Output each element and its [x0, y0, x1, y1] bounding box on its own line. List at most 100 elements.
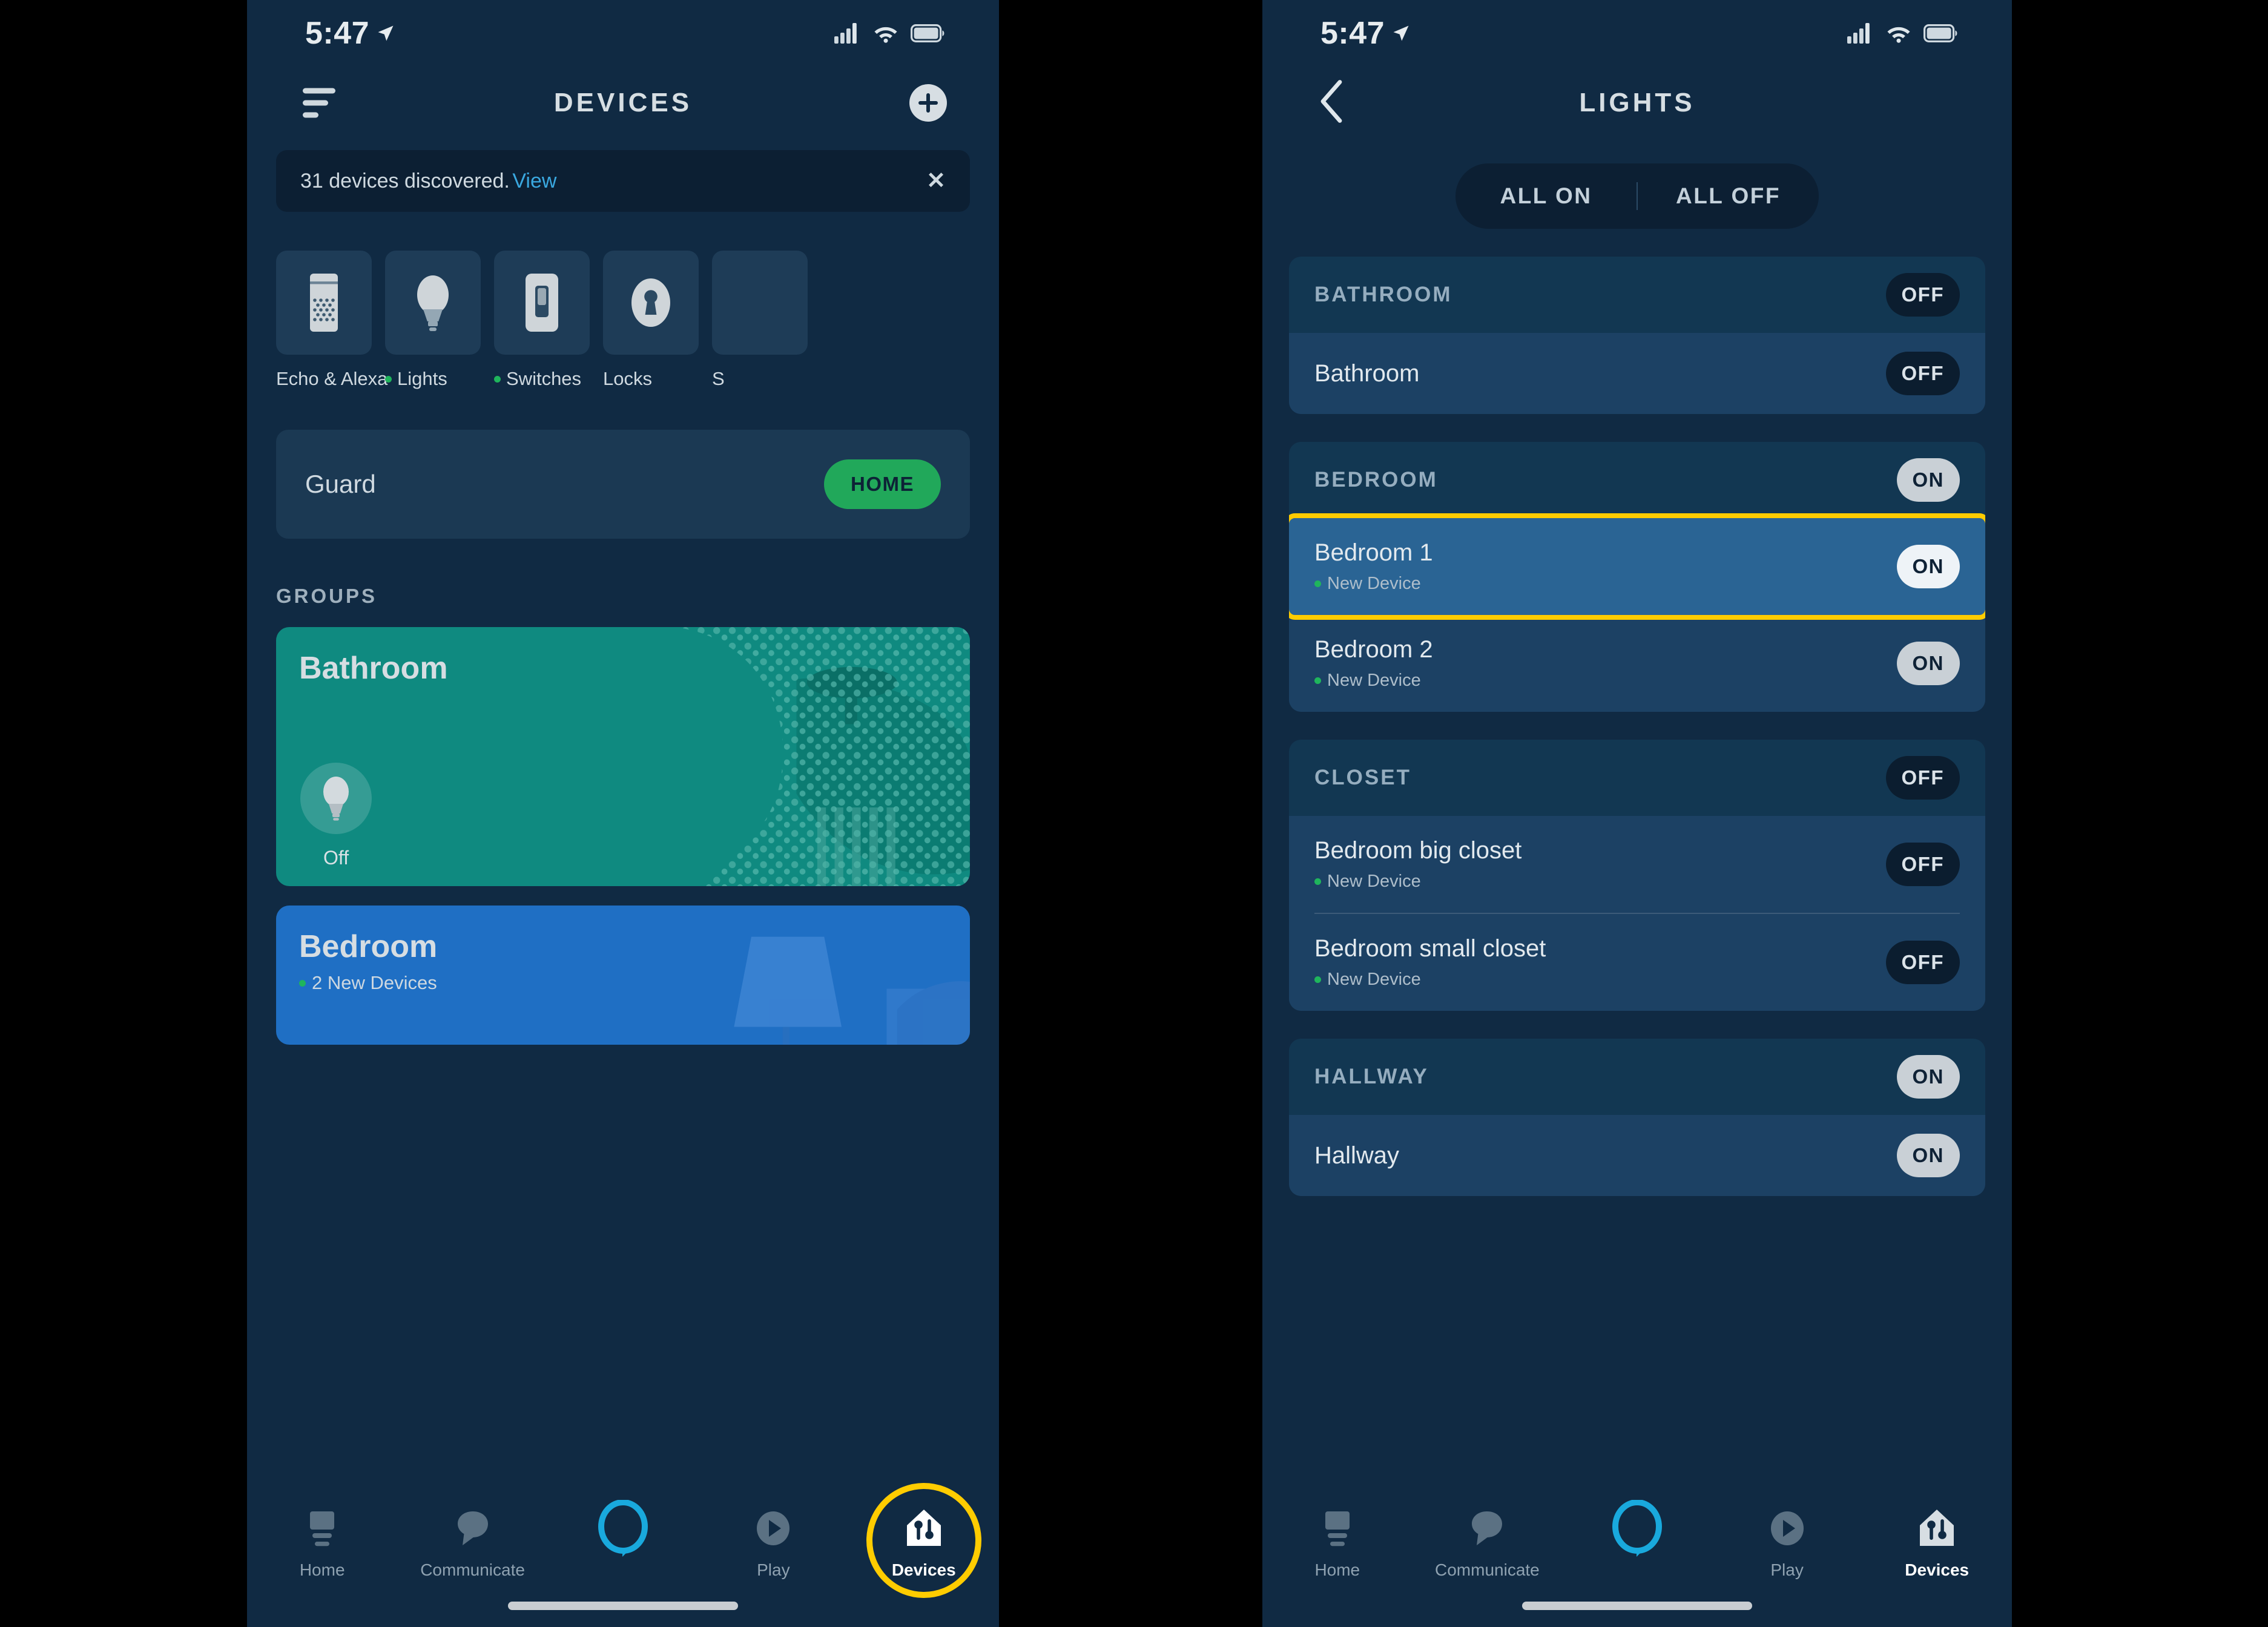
- group-header[interactable]: BATHROOM OFF: [1289, 257, 1985, 333]
- category-tile[interactable]: [494, 251, 590, 355]
- all-on-button[interactable]: ALL ON: [1455, 183, 1637, 209]
- device-status: New Device: [1327, 574, 1421, 593]
- new-device-dot: [494, 375, 501, 383]
- bottom-tab-bar-right: Home Communicate Play Devices: [1262, 1482, 2012, 1627]
- group-device-rows: Bedroom big closet New Device OFF Bedroo…: [1289, 816, 1985, 1011]
- group-card-bedroom[interactable]: Bedroom 2 New Devices: [276, 906, 970, 1045]
- category-tile[interactable]: [712, 251, 808, 355]
- hamburger-menu-button[interactable]: [303, 88, 335, 118]
- group-section-bathroom: BATHROOM OFF Bathroom OFF: [1289, 257, 1985, 414]
- category-tile[interactable]: [385, 251, 481, 355]
- category-switches[interactable]: Switches: [494, 251, 590, 390]
- category-partial-next[interactable]: S: [712, 251, 808, 390]
- location-arrow-icon: [378, 25, 394, 41]
- device-row[interactable]: Bathroom OFF: [1289, 333, 1985, 414]
- device-toggle[interactable]: OFF: [1885, 352, 1960, 395]
- group-toggle[interactable]: OFF: [1885, 756, 1960, 800]
- home-icon: [262, 1502, 383, 1554]
- tab-home[interactable]: Home: [1277, 1502, 1398, 1580]
- group-toggle[interactable]: OFF: [1885, 273, 1960, 317]
- group-header[interactable]: HALLWAY ON: [1289, 1039, 1985, 1115]
- tab-play[interactable]: Play: [1727, 1502, 1848, 1580]
- phone-screen-lights: 5:47 LIGHTS ALL ON ALL OFF BATHROOM OFF …: [1262, 0, 2012, 1627]
- category-lights[interactable]: Lights: [385, 251, 481, 390]
- category-locks[interactable]: Locks: [603, 251, 699, 390]
- tab-label: Communicate: [1435, 1560, 1540, 1579]
- device-toggle[interactable]: ON: [1896, 642, 1960, 685]
- device-status-wrap: New Device: [1314, 671, 1433, 691]
- category-tile[interactable]: [276, 251, 372, 355]
- tab-label: Devices: [891, 1560, 956, 1579]
- category-tile[interactable]: [603, 251, 699, 355]
- device-toggle[interactable]: OFF: [1885, 843, 1960, 886]
- category-label-wrap: Echo & Alexa: [276, 368, 387, 390]
- banner-view-link[interactable]: View: [512, 169, 556, 192]
- groups-section-heading: GROUPS: [276, 585, 378, 607]
- device-row[interactable]: Hallway ON: [1289, 1115, 1985, 1196]
- wifi-icon: [874, 27, 897, 43]
- device-row[interactable]: Bedroom small closet New Device OFF: [1289, 914, 1985, 1011]
- tab-alexa[interactable]: [562, 1500, 684, 1560]
- new-device-dot: [385, 375, 392, 383]
- all-off-button[interactable]: ALL OFF: [1638, 183, 1819, 209]
- tab-label: Play: [757, 1560, 790, 1579]
- category-echo-alexa[interactable]: Echo & Alexa: [276, 251, 387, 390]
- bottom-tab-bar-left: Home Communicate Play Devices: [247, 1482, 999, 1627]
- group-header[interactable]: CLOSET OFF: [1289, 740, 1985, 816]
- category-label: Echo & Alexa: [276, 368, 388, 389]
- group-device-rows: Bathroom OFF: [1289, 333, 1985, 414]
- category-label-wrap: Locks: [603, 368, 699, 390]
- lightbulb-icon: [417, 275, 449, 331]
- tab-alexa[interactable]: [1577, 1500, 1698, 1560]
- tab-play[interactable]: Play: [713, 1502, 834, 1580]
- hamburger-menu-icon[interactable]: [303, 88, 335, 118]
- group-header[interactable]: BEDROOM ON: [1289, 442, 1985, 518]
- device-row[interactable]: Bedroom big closet New Device OFF: [1289, 816, 1985, 913]
- device-toggle[interactable]: ON: [1896, 545, 1960, 588]
- category-label: Lights: [397, 368, 447, 389]
- add-device-button[interactable]: [909, 84, 947, 122]
- page-title: DEVICES: [553, 88, 693, 117]
- plus-icon[interactable]: [909, 84, 947, 122]
- new-device-dot: [299, 979, 306, 987]
- nav-header-left: DEVICES: [247, 67, 999, 139]
- device-category-scroller[interactable]: Echo & Alexa Lights Switches Locks S: [276, 251, 970, 390]
- status-time: 5:47: [305, 16, 370, 51]
- guard-card[interactable]: Guard HOME: [276, 430, 970, 539]
- group-title: Bedroom: [299, 929, 438, 964]
- screenshot-stage: 5:47 DEVICES 31 devices discovered. View…: [0, 0, 2268, 1627]
- status-left-group: 5:47: [1320, 15, 1410, 51]
- status-right-group: [834, 23, 944, 44]
- tab-home[interactable]: Home: [262, 1502, 383, 1580]
- close-icon[interactable]: ✕: [926, 169, 946, 192]
- device-row-highlighted[interactable]: Bedroom 1 New Device ON: [1289, 513, 1985, 620]
- device-text: Bedroom 1 New Device: [1314, 521, 1433, 612]
- tab-communicate[interactable]: Communicate: [1426, 1502, 1548, 1580]
- group-card-bathroom[interactable]: Bathroom Off: [276, 627, 970, 886]
- guard-state-button[interactable]: HOME: [824, 459, 941, 509]
- device-toggle[interactable]: ON: [1896, 1134, 1960, 1177]
- group-device-rows: Hallway ON: [1289, 1115, 1985, 1196]
- group-power-state: Off: [323, 847, 349, 869]
- tab-devices[interactable]: Devices: [863, 1483, 984, 1598]
- device-name: Bedroom small closet: [1314, 935, 1546, 962]
- tab-label: Home: [1314, 1560, 1360, 1579]
- back-button[interactable]: [1318, 80, 1345, 127]
- device-row[interactable]: Bedroom 2 New Device ON: [1289, 615, 1985, 712]
- lock-keyhole-icon: [631, 278, 670, 327]
- device-status: New Device: [1327, 872, 1421, 891]
- speech-bubble-icon: [1426, 1502, 1548, 1554]
- nav-header-right: LIGHTS: [1262, 67, 2012, 139]
- device-text: Bedroom big closet New Device: [1314, 819, 1521, 910]
- device-toggle[interactable]: OFF: [1885, 941, 1960, 984]
- group-power-toggle[interactable]: [300, 763, 372, 834]
- tab-communicate[interactable]: Communicate: [412, 1502, 533, 1580]
- group-device-rows: Bedroom 1 New Device ON Bedroom 2 New De…: [1289, 513, 1985, 712]
- speech-bubble-icon: [412, 1502, 533, 1554]
- device-status: New Device: [1327, 671, 1421, 690]
- tab-devices[interactable]: Devices: [1876, 1502, 1997, 1580]
- device-status-wrap: New Device: [1314, 970, 1546, 990]
- chevron-left-icon[interactable]: [1318, 80, 1345, 123]
- group-toggle[interactable]: ON: [1896, 458, 1960, 502]
- group-toggle[interactable]: ON: [1896, 1055, 1960, 1099]
